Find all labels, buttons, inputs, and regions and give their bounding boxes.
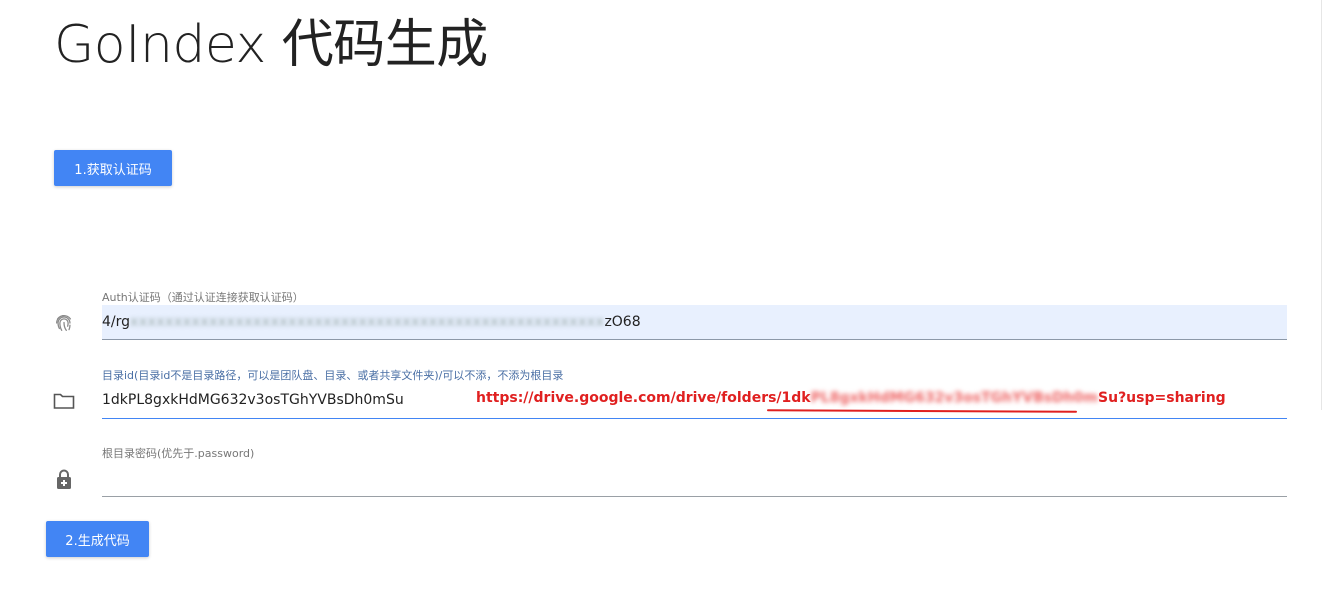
auth-code-value-prefix: 4/rg [102,314,131,330]
folder-id-value: 1dkPL8gxkHdMG632v3osTGhYVBsDh0mSu [102,392,404,408]
divider [1321,0,1322,410]
auth-code-input[interactable]: 4/rgxxxxxxxxxxxxxxxxxxxxxxxxxxxxxxxxxxxx… [102,305,1287,340]
folder-id-input[interactable]: 1dkPL8gxkHdMG632v3osTGhYVBsDh0mSu https:… [102,384,1287,419]
get-auth-code-button[interactable]: 1.获取认证码 [54,150,172,186]
password-input[interactable] [102,462,1287,497]
fingerprint-icon [52,311,76,335]
password-label: 根目录密码(优先于.password) [102,447,255,460]
generate-code-button[interactable]: 2.生成代码 [46,521,149,557]
auth-code-value-suffix: zO68 [604,314,641,330]
page: GoIndex 代码生成 1.获取认证码 Auth认证码（通过认证连接获取认证码… [0,0,1324,606]
folder-url-annotation: https://drive.google.com/drive/folders/1… [476,390,1226,406]
folder-id-label: 目录id(目录id不是目录路径，可以是团队盘、目录、或者共享文件夹)/可以不添，… [102,369,564,382]
auth-code-value-redacted: xxxxxxxxxxxxxxxxxxxxxxxxxxxxxxxxxxxxxxxx… [130,314,605,330]
lock-icon [52,467,76,491]
folder-icon [52,389,76,413]
annotation-underline [766,409,1078,413]
page-title: GoIndex 代码生成 [54,15,488,75]
auth-code-label: Auth认证码（通过认证连接获取认证码） [102,291,304,304]
